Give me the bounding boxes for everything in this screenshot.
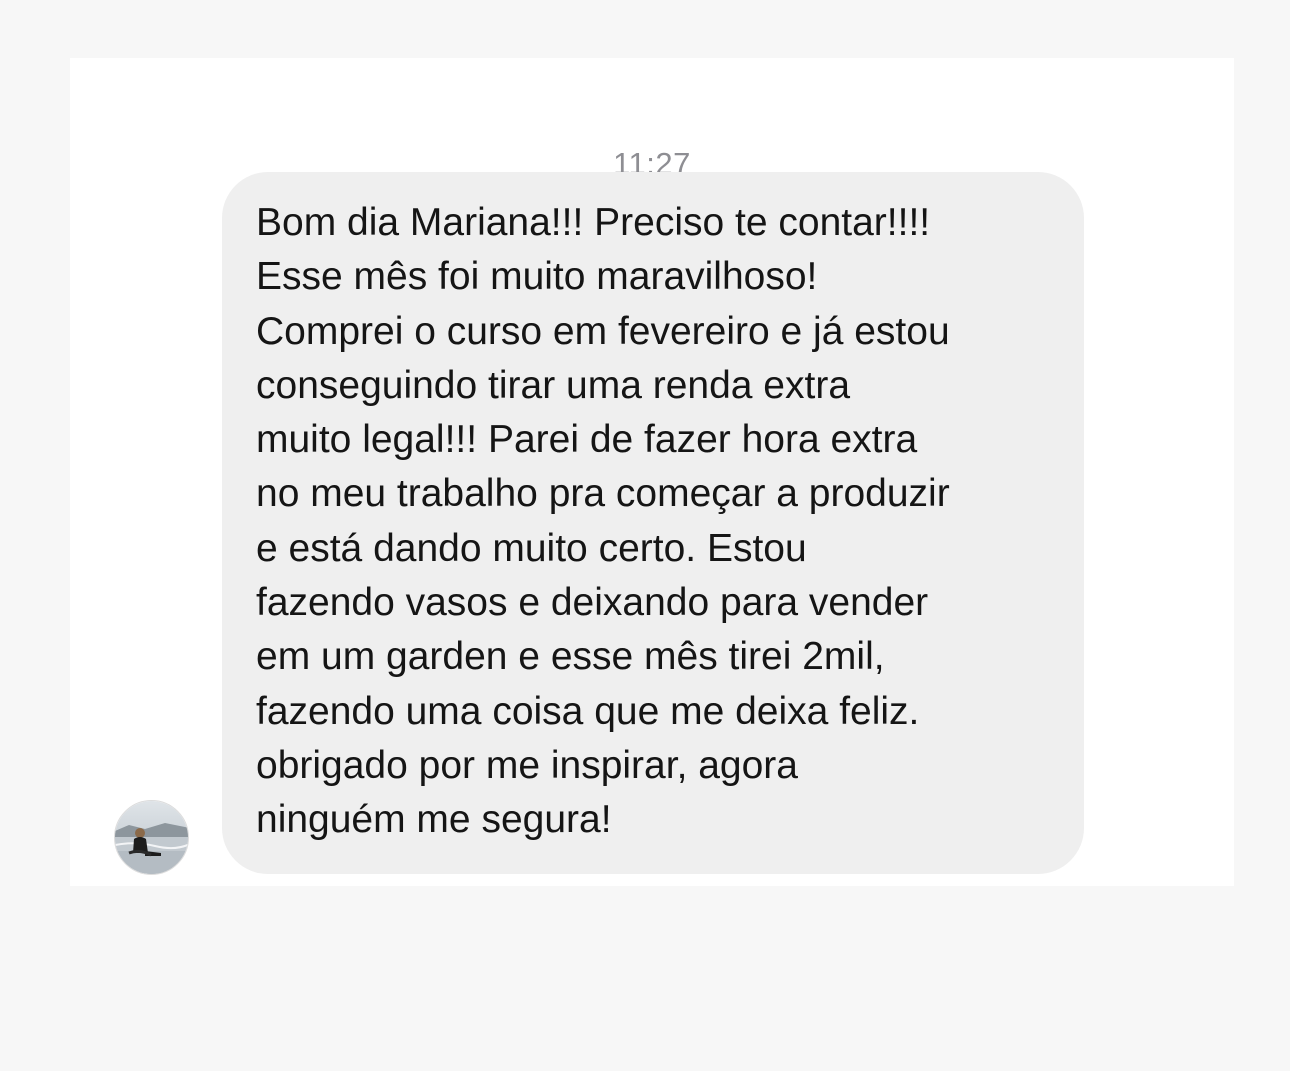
message-line: ninguém me segura! bbox=[256, 798, 612, 842]
sender-avatar[interactable] bbox=[114, 800, 189, 875]
message-line: no meu trabalho pra começar a produzir bbox=[256, 472, 950, 516]
message-text: Bom dia Mariana!!! Preciso te contar!!!!… bbox=[256, 196, 1076, 848]
message-line: obrigado por me inspirar, agora bbox=[256, 743, 798, 787]
message-line: Comprei o curso em fevereiro e já estou bbox=[256, 309, 950, 353]
message-bubble[interactable]: Bom dia Mariana!!! Preciso te contar!!!!… bbox=[222, 172, 1084, 874]
message-line: em um garden e esse mês tirei 2mil, bbox=[256, 635, 885, 679]
message-line: Bom dia Mariana!!! Preciso te contar!!!! bbox=[256, 201, 931, 244]
message-line: muito legal!!! Parei de fazer hora extra bbox=[256, 418, 918, 462]
message-line: e está dando muito certo. Estou bbox=[256, 526, 807, 570]
avatar-photo-icon bbox=[115, 801, 188, 874]
message-line: conseguindo tirar uma renda extra bbox=[256, 363, 851, 407]
message-line: fazendo uma coisa que me deixa feliz. bbox=[256, 689, 920, 733]
message-line: Esse mês foi muito maravilhoso! bbox=[256, 255, 818, 299]
message-line: fazendo vasos e deixando para vender bbox=[256, 581, 929, 625]
chat-window: 11:27 Bom dia Mariana!!! Preciso te cont… bbox=[70, 58, 1234, 886]
